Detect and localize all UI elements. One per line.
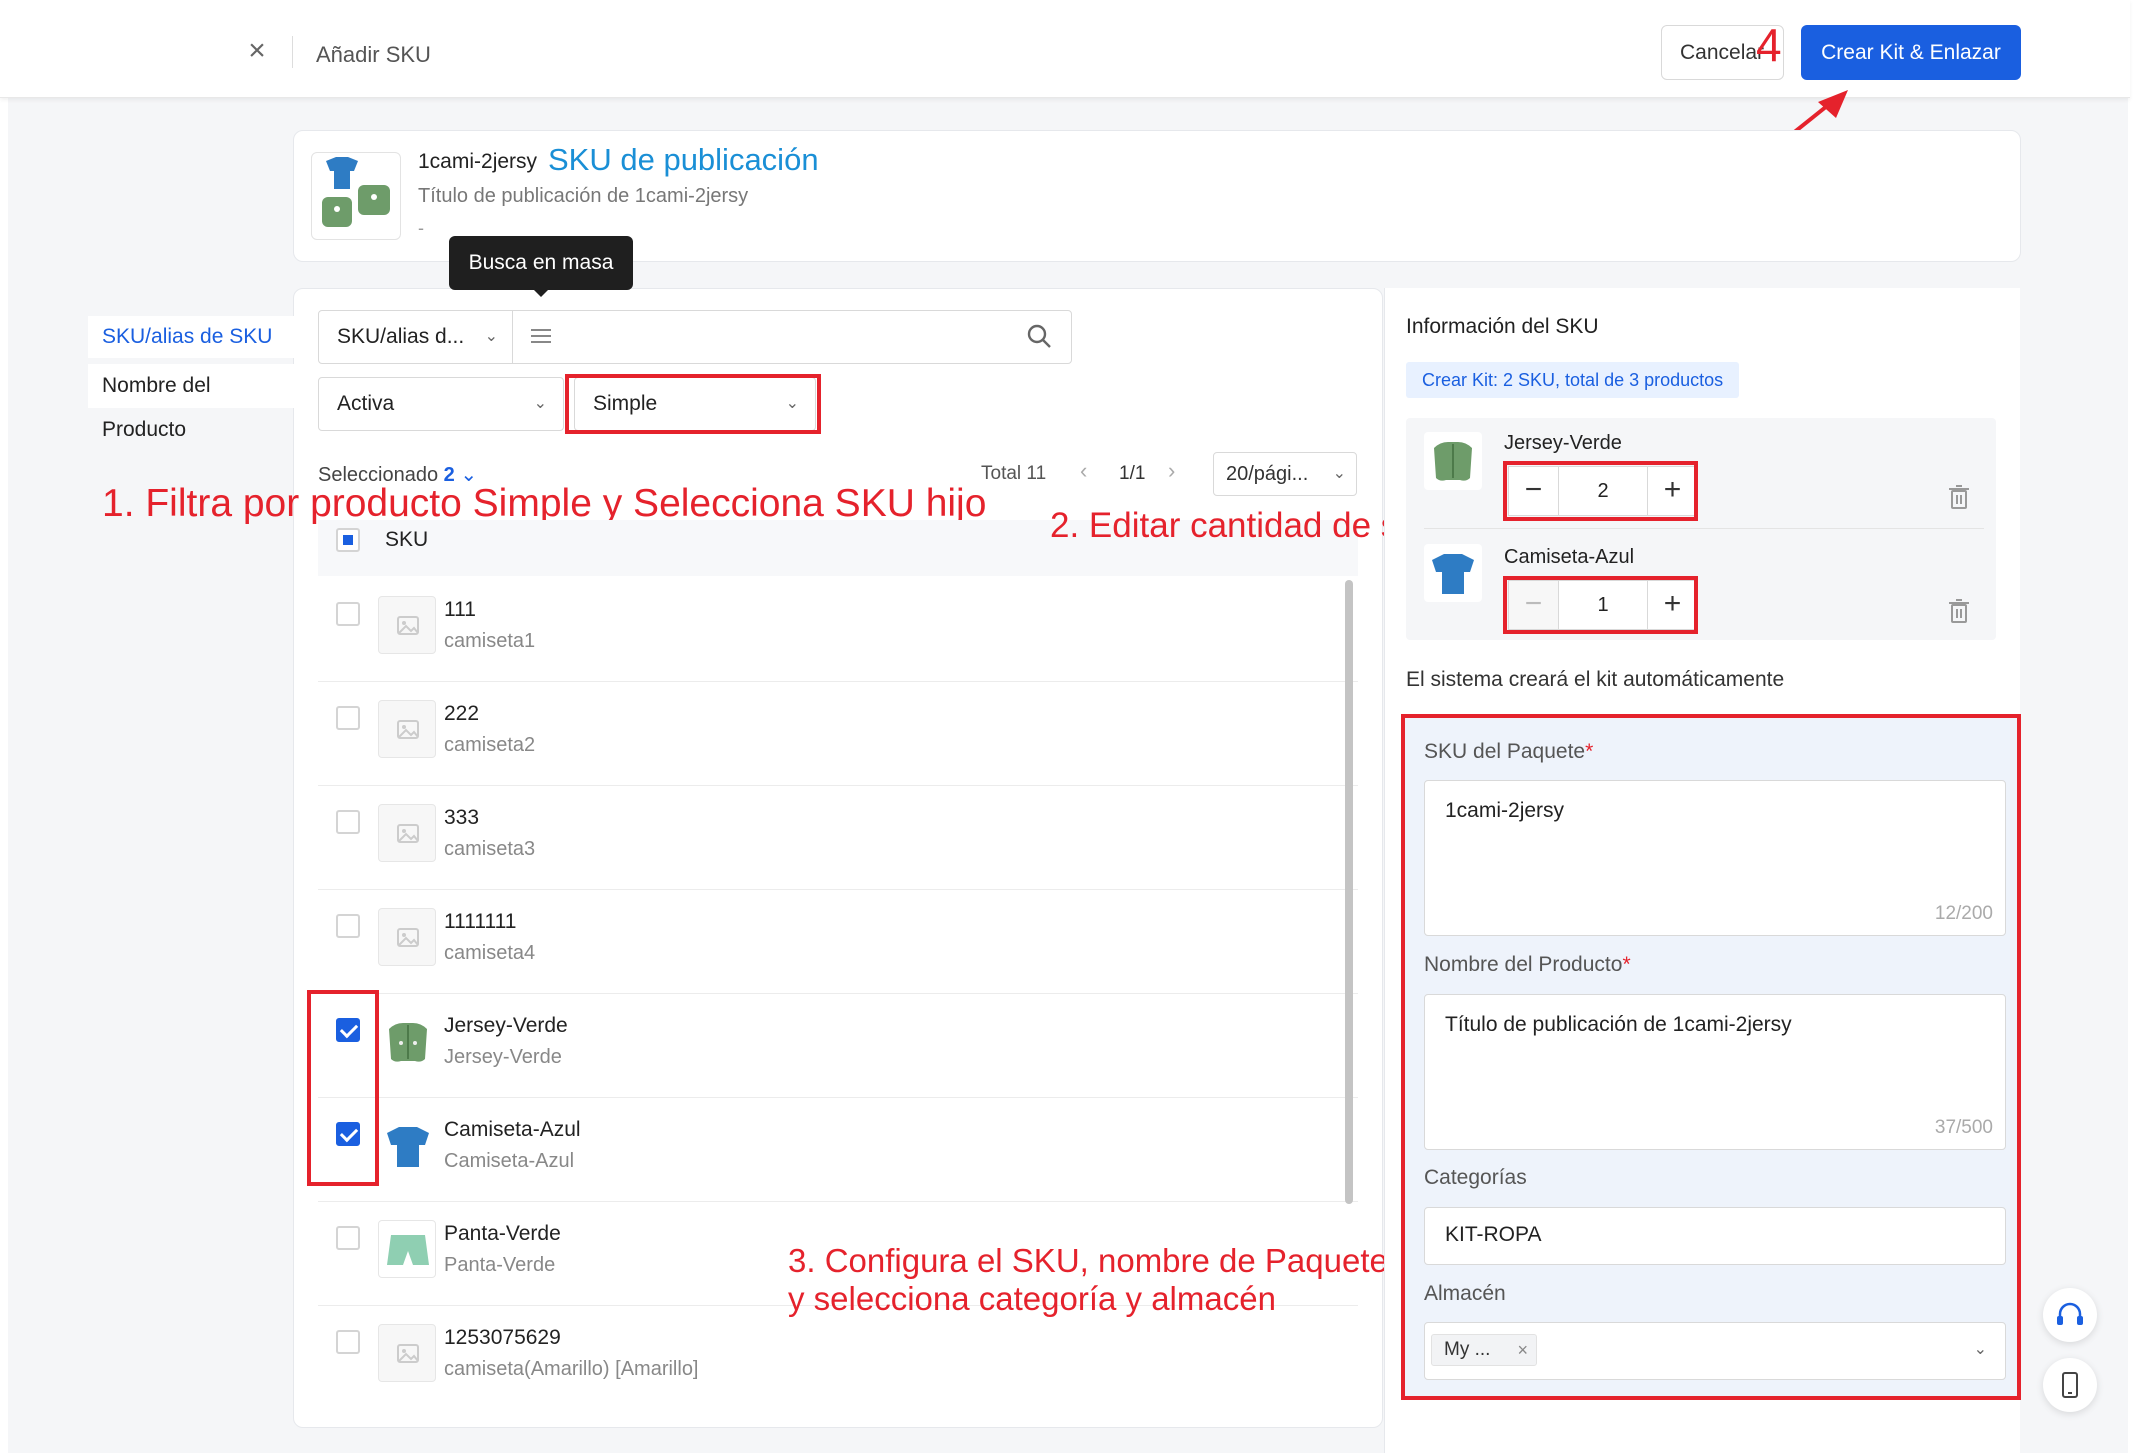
row-checkbox[interactable]	[336, 1330, 360, 1354]
search-option-sku[interactable]: SKU/alias de SKU	[88, 316, 300, 358]
annotation-step-4: 4	[1756, 19, 1782, 71]
auto-create-note: El sistema creará el kit automáticamente	[1406, 668, 1785, 691]
product-dash: -	[418, 218, 424, 238]
row-checkbox[interactable]	[336, 914, 360, 938]
row-name: Camiseta-Azul	[444, 1150, 575, 1172]
list-scrollbar[interactable]	[1345, 580, 1353, 1204]
mobile-button[interactable]	[2043, 1358, 2097, 1412]
page-size-value: 20/pági...	[1226, 463, 1309, 485]
row-sku: 1253075629	[444, 1326, 561, 1349]
row-sku: Camiseta-Azul	[444, 1118, 581, 1141]
total-count: Total 11	[981, 463, 1047, 484]
child-sku-list	[1406, 418, 1996, 640]
blue-tshirt-icon	[1424, 544, 1482, 602]
product-subtitle: Título de publicación de 1cami-2jersy	[418, 185, 749, 207]
chevron-down-icon: ⌄	[1332, 465, 1346, 482]
product-thumbnail	[311, 152, 401, 240]
headset-icon	[2057, 1302, 2083, 1325]
page-indicator: 1/1	[1119, 463, 1146, 484]
child-sku-name: Jersey-Verde	[1504, 432, 1622, 454]
chevron-down-icon: ⌄	[533, 395, 547, 412]
row-sku: 333	[444, 806, 480, 829]
highlight-box-qty-2	[1503, 576, 1698, 634]
row-checkbox[interactable]	[336, 602, 360, 626]
annotation-step-3-line1: 3. Configura el SKU, nombre de Paquete	[788, 1242, 1388, 1279]
chevron-down-icon: ⌄	[484, 328, 498, 345]
row-sku: 1111111	[444, 910, 517, 933]
status-select[interactable]: Activa ⌄	[318, 377, 564, 431]
search-type-label: SKU/alias d...	[337, 325, 465, 348]
tooltip-arrow	[532, 288, 550, 297]
image-placeholder-icon	[378, 700, 436, 758]
product-heading: SKU de publicación	[548, 142, 819, 177]
select-all-checkbox[interactable]	[336, 528, 360, 552]
green-jersey-icon	[378, 1012, 436, 1070]
row-checkbox[interactable]	[336, 1226, 360, 1250]
search-icon[interactable]	[1025, 322, 1053, 350]
green-shorts-icon	[378, 1220, 436, 1278]
divider	[292, 36, 293, 68]
row-sku: Panta-Verde	[444, 1222, 561, 1245]
annotation-step-3-line2: y selecciona categoría y almacén	[788, 1279, 1276, 1317]
table-row[interactable]: 333 camiseta3	[318, 786, 1358, 890]
next-page-icon[interactable]: ›	[1168, 458, 1175, 484]
row-sku: 222	[444, 702, 480, 725]
page-size-select[interactable]: 20/pági... ⌄	[1213, 452, 1357, 496]
image-placeholder-icon	[378, 908, 436, 966]
search-type-select[interactable]: SKU/alias d... ⌄	[319, 311, 513, 363]
table-row[interactable]: 111 camiseta1	[318, 578, 1358, 682]
trash-icon[interactable]	[1947, 484, 1971, 510]
table-row[interactable]: 1111111 camiseta4	[318, 890, 1358, 994]
trash-icon[interactable]	[1947, 598, 1971, 624]
highlight-box-qty-1	[1503, 461, 1698, 521]
table-row[interactable]: Camiseta-Azul Camiseta-Azul	[318, 1098, 1358, 1202]
phone-icon	[2062, 1372, 2078, 1398]
blue-tshirt-icon	[378, 1116, 436, 1174]
highlight-box-checkboxes	[307, 990, 379, 1186]
annotation-step-3: 3. Configura el SKU, nombre de Paquete y…	[788, 1242, 1388, 1318]
row-name: camiseta(Amarillo) [Amarillo]	[444, 1358, 699, 1380]
row-sku: Jersey-Verde	[444, 1014, 568, 1037]
image-placeholder-icon	[378, 804, 436, 862]
bulk-search-icon[interactable]	[528, 322, 554, 350]
row-name: camiseta2	[444, 734, 536, 756]
page-title: Añadir SKU	[316, 42, 431, 67]
divider	[1424, 528, 1984, 529]
row-name: camiseta1	[444, 630, 536, 652]
image-placeholder-icon	[378, 596, 436, 654]
row-name: camiseta4	[444, 942, 536, 964]
table-row[interactable]: 222 camiseta2	[318, 682, 1358, 786]
status-select-value: Activa	[337, 392, 395, 415]
highlight-box-filter	[565, 374, 821, 434]
kit-summary-tag: Crear Kit: 2 SKU, total de 3 productos	[1406, 362, 1740, 398]
image-placeholder-icon	[378, 1324, 436, 1382]
sku-info-title: Información del SKU	[1406, 315, 1599, 338]
create-kit-button[interactable]: Crear Kit & Enlazar	[1801, 25, 2021, 80]
highlight-box-form	[1401, 714, 2021, 1400]
search-option-product-name[interactable]: Nombre del Producto	[88, 364, 300, 441]
child-sku-name: Camiseta-Azul	[1504, 546, 1635, 568]
close-icon[interactable]: ×	[240, 34, 274, 68]
product-sku: 1cami-2jersy	[418, 150, 538, 173]
bulk-search-tooltip: Busca en masa	[449, 236, 633, 290]
column-header-sku: SKU	[385, 528, 429, 551]
table-row[interactable]: Jersey-Verde Jersey-Verde	[318, 994, 1358, 1098]
row-name: Panta-Verde	[444, 1254, 556, 1276]
table-row[interactable]: 1253075629 camiseta(Amarillo) [Amarillo]	[318, 1306, 1358, 1410]
row-name: camiseta3	[444, 838, 536, 860]
row-sku: 111	[444, 598, 476, 621]
row-checkbox[interactable]	[336, 706, 360, 730]
row-name: Jersey-Verde	[444, 1046, 562, 1068]
green-jersey-icon	[1424, 432, 1482, 490]
support-button[interactable]	[2043, 1288, 2097, 1342]
row-checkbox[interactable]	[336, 810, 360, 834]
prev-page-icon[interactable]: ‹	[1080, 458, 1087, 484]
